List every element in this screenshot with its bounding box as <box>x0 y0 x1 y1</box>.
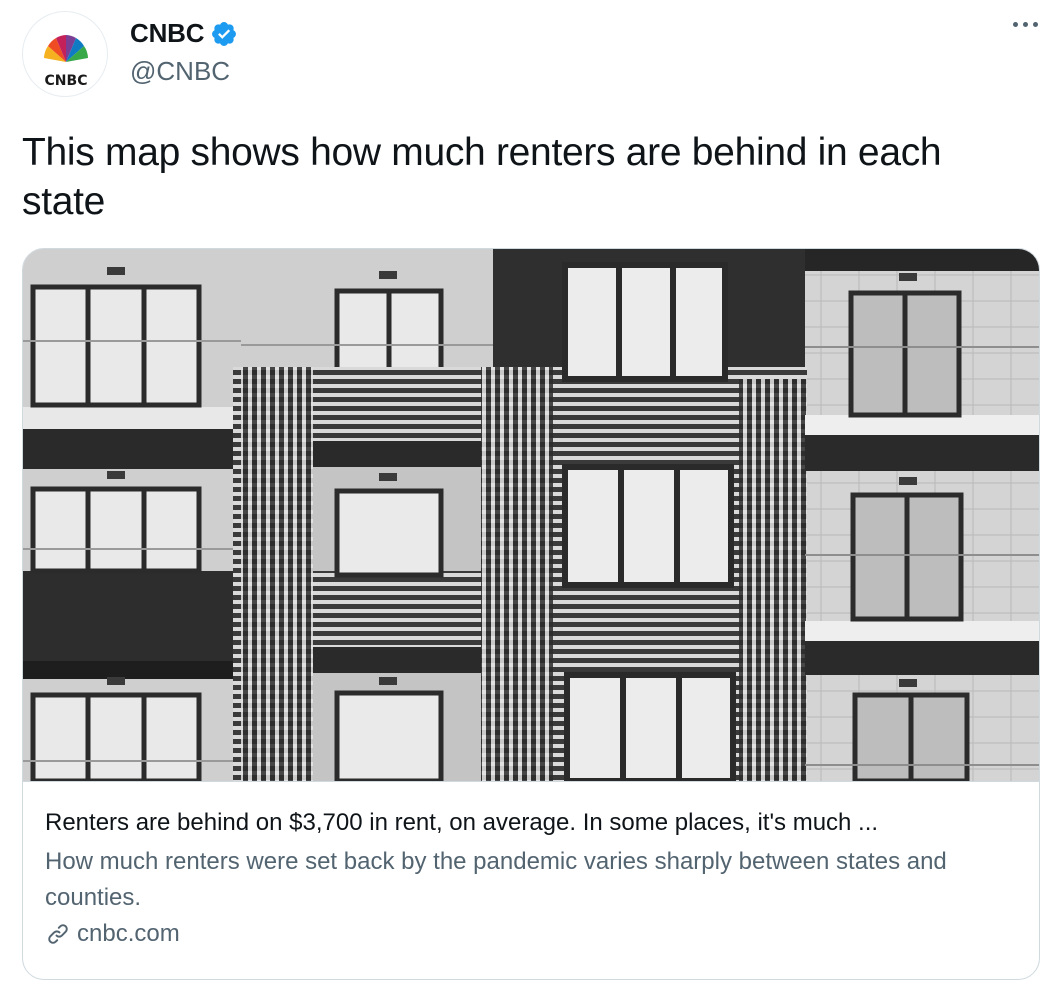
account-name-row: CNBC <box>130 18 238 49</box>
card-domain-text: cnbc.com <box>77 920 180 947</box>
card-image-apartment-building <box>23 249 1039 781</box>
card-title[interactable]: Renters are behind on $3,700 in rent, on… <box>45 808 1017 838</box>
more-dot <box>1033 22 1038 27</box>
more-dot <box>1023 22 1028 27</box>
verified-badge-icon <box>212 21 237 46</box>
link-preview-card[interactable]: Renters are behind on $3,700 in rent, on… <box>22 248 1040 980</box>
cnbc-logo: CNBC <box>44 35 88 89</box>
link-icon <box>48 924 68 944</box>
card-domain[interactable]: cnbc.com <box>45 920 1017 948</box>
avatar-logo-text: CNBC <box>45 73 88 89</box>
card-body: Renters are behind on $3,700 in rent, on… <box>23 781 1039 948</box>
tweet-text: This map shows how much renters are behi… <box>22 131 942 223</box>
card-description: How much renters were set back by the pa… <box>45 848 947 911</box>
account-handle[interactable]: @CNBC <box>130 56 230 87</box>
more-options-icon[interactable] <box>1013 22 1038 27</box>
account-name[interactable]: CNBC <box>130 18 205 49</box>
more-dot <box>1013 22 1018 27</box>
avatar[interactable]: CNBC <box>22 11 108 97</box>
